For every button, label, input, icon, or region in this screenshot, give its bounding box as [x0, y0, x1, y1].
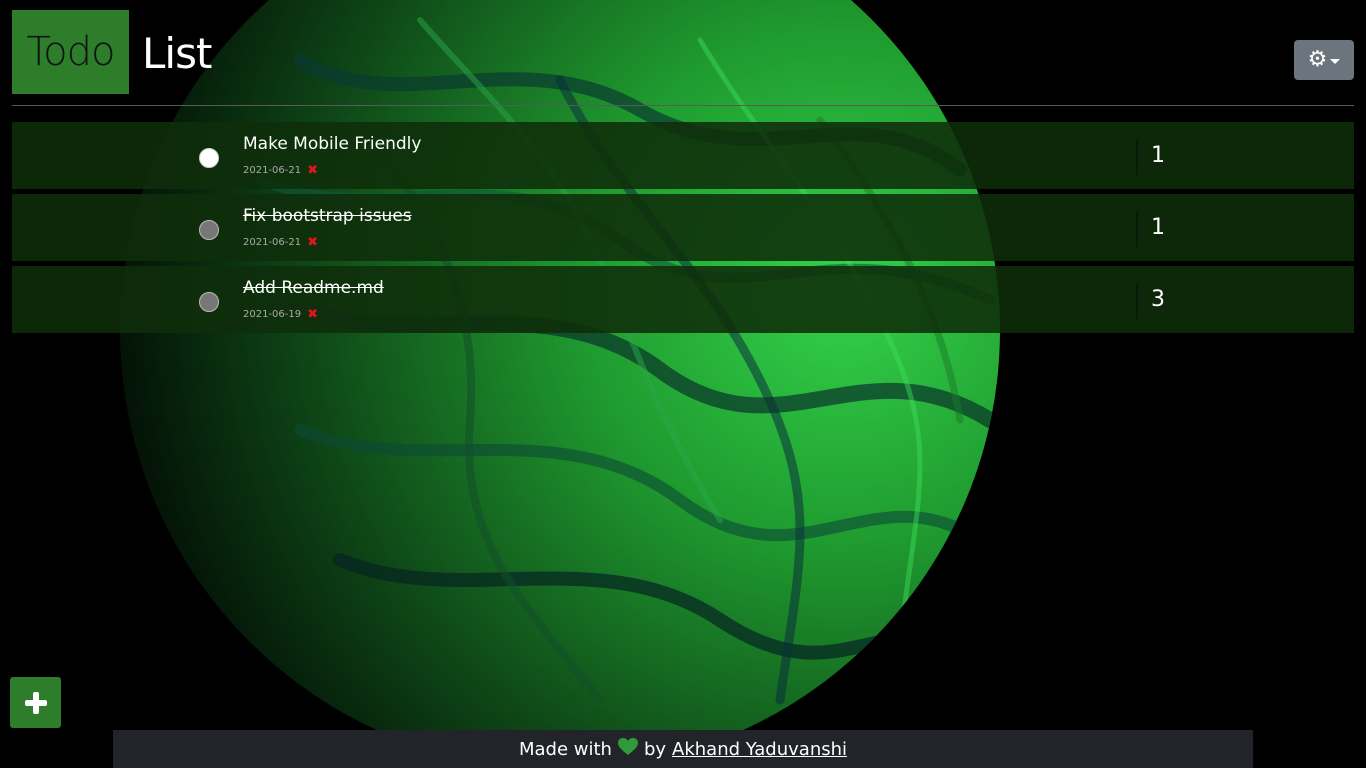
todo-title: Make Mobile Friendly [243, 134, 422, 154]
caret-down-icon [1330, 58, 1341, 64]
app-header: Todo List ⚙ [12, 10, 1354, 105]
todo-date: 2021-06-21 [243, 165, 302, 176]
delete-x-icon[interactable]: ✖ [307, 236, 318, 249]
add-todo-button[interactable] [10, 677, 61, 728]
todo-date: 2021-06-19 [243, 309, 302, 320]
todo-complete-toggle[interactable] [199, 148, 219, 168]
gear-icon: ⚙ [1307, 47, 1328, 72]
todo-meta: 2021-06-21 ✖ [243, 164, 318, 177]
logo-todo-text: Todo [26, 29, 116, 75]
todo-app: Todo List ⚙ Make Mobile Friendly 2021-06… [0, 0, 1366, 768]
todo-date: 2021-06-21 [243, 237, 302, 248]
footer: Made with by Akhand Yaduvanshi [113, 730, 1253, 768]
todo-count: 3 [1151, 287, 1165, 312]
logo-box: Todo [12, 10, 129, 94]
todo-item: Make Mobile Friendly 2021-06-21 ✖ 1 [12, 122, 1354, 189]
plus-icon [24, 691, 47, 714]
todo-complete-toggle[interactable] [199, 220, 219, 240]
author-link[interactable]: Akhand Yaduvanshi [672, 739, 847, 760]
heart-icon [617, 737, 638, 761]
todo-count: 1 [1151, 215, 1165, 240]
todo-item: Fix bootstrap issues 2021-06-21 ✖ 1 [12, 194, 1354, 261]
todo-count: 1 [1151, 143, 1165, 168]
footer-by: by [643, 738, 667, 760]
todo-list: Make Mobile Friendly 2021-06-21 ✖ 1 Fix … [12, 122, 1354, 338]
logo-list-text: List [142, 29, 212, 78]
todo-item: Add Readme.md 2021-06-19 ✖ 3 [12, 266, 1354, 333]
todo-separator [1136, 283, 1138, 319]
delete-x-icon[interactable]: ✖ [307, 164, 318, 177]
todo-meta: 2021-06-19 ✖ [243, 308, 318, 321]
header-divider [12, 105, 1354, 106]
settings-dropdown-button[interactable]: ⚙ [1294, 40, 1354, 80]
todo-meta: 2021-06-21 ✖ [243, 236, 318, 249]
todo-complete-toggle[interactable] [199, 292, 219, 312]
todo-separator [1136, 139, 1138, 175]
todo-title: Add Readme.md [243, 278, 384, 298]
todo-separator [1136, 211, 1138, 247]
delete-x-icon[interactable]: ✖ [307, 308, 318, 321]
footer-prefix: Made with [518, 738, 612, 760]
todo-title: Fix bootstrap issues [243, 206, 412, 226]
